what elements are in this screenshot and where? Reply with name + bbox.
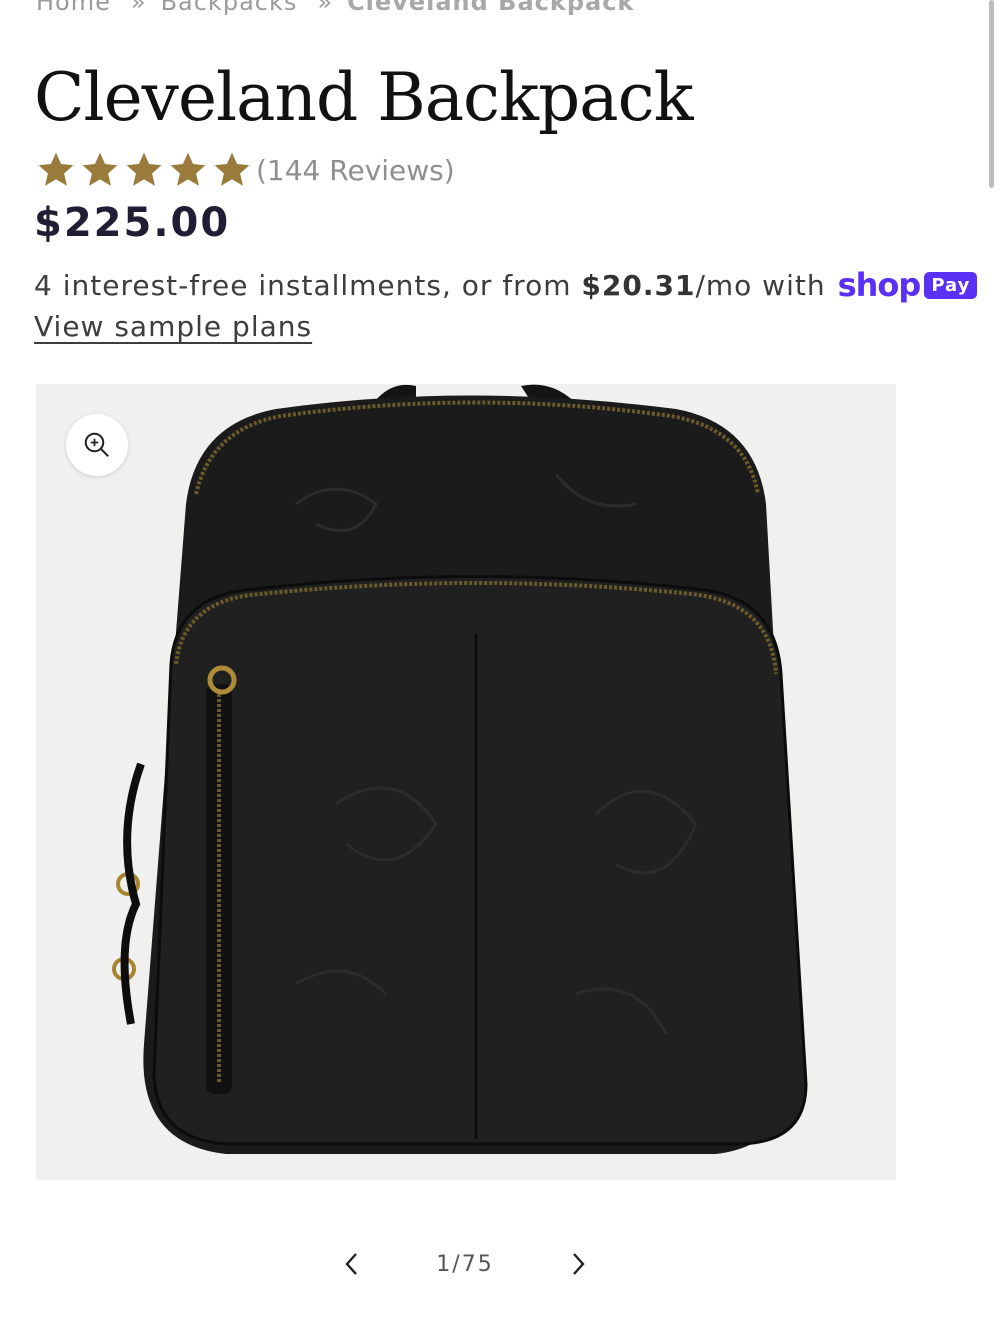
product-price: $225.00 — [34, 200, 231, 246]
gallery-next-button[interactable] — [554, 1240, 602, 1288]
backpack-illustration — [112, 384, 808, 1154]
product-title: Cleveland Backpack — [34, 59, 694, 136]
zoom-button[interactable] — [66, 414, 128, 476]
star-icon — [168, 151, 208, 189]
installments-suffix: /mo with — [695, 268, 826, 302]
star-icon — [124, 151, 164, 189]
star-icon — [80, 151, 120, 189]
installment-amount: $20.31 — [581, 268, 696, 302]
rating[interactable]: (144 Reviews) — [36, 150, 455, 190]
shop-pay-logo: shop Pay — [838, 266, 978, 304]
installments-info: 4 interest-free installments, or from $2… — [34, 266, 978, 304]
zoom-in-icon — [84, 432, 109, 457]
chevron-right-icon — [572, 1253, 585, 1275]
product-image[interactable] — [36, 384, 896, 1180]
star-rating — [36, 151, 252, 189]
chevron-left-icon — [345, 1253, 358, 1275]
breadcrumb: Home » Backpacks » Cleveland Backpack — [36, 0, 634, 16]
breadcrumb-separator: » — [317, 0, 334, 16]
reviews-count[interactable]: (144 Reviews) — [256, 154, 455, 187]
star-icon — [212, 151, 252, 189]
view-sample-plans-link[interactable]: View sample plans — [34, 310, 312, 343]
breadcrumb-home[interactable]: Home — [36, 0, 111, 16]
breadcrumb-backpacks[interactable]: Backpacks — [161, 0, 298, 16]
shop-pay-shop-text: shop — [837, 266, 922, 304]
breadcrumb-separator: » — [130, 0, 147, 16]
gallery-prev-button[interactable] — [328, 1240, 376, 1288]
gallery-counter: 1/75 — [436, 1251, 494, 1277]
installments-prefix: 4 interest-free installments, or from — [34, 268, 582, 302]
gallery-pager: 1/75 — [0, 1240, 930, 1288]
star-icon — [36, 151, 76, 189]
scrollbar[interactable] — [989, 0, 994, 188]
shop-pay-pay-badge: Pay — [924, 271, 978, 299]
breadcrumb-current: Cleveland Backpack — [347, 0, 635, 16]
